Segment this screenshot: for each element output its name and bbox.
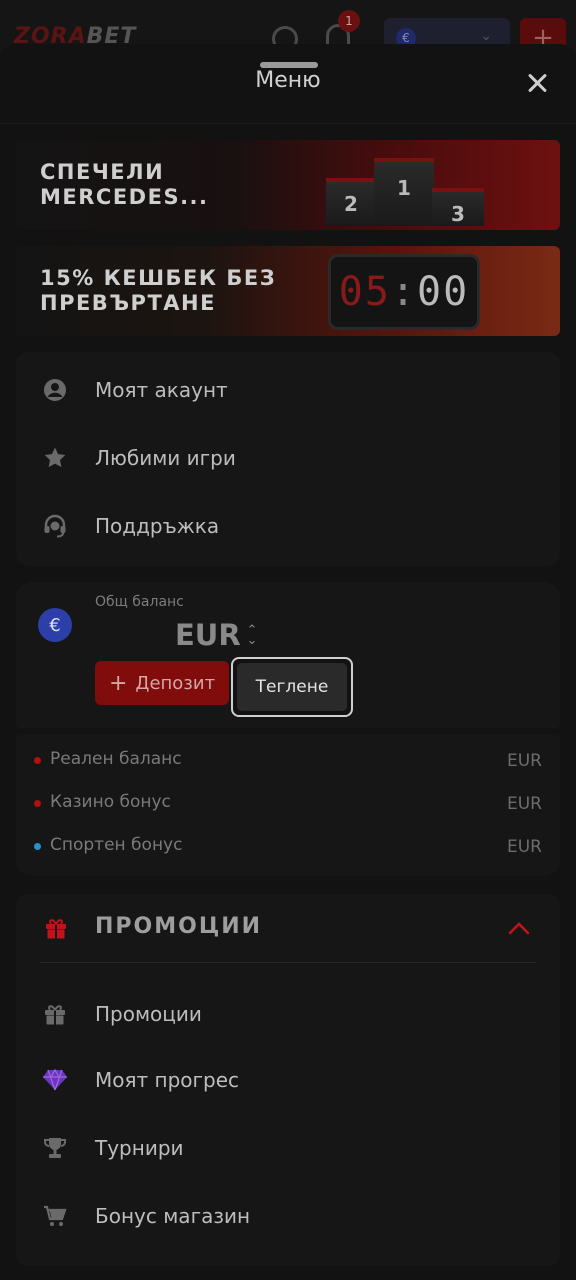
chevron-up-icon[interactable] <box>508 920 530 940</box>
balance-row-casino-bonus: Казино бонус EUR <box>16 789 560 819</box>
balance-row-real: Реален баланс EUR <box>16 746 560 776</box>
status-dot <box>34 843 41 850</box>
divider <box>40 962 536 963</box>
podium-step-3: 3 <box>432 188 484 226</box>
banner-text: 15% КЕШБЕК БЕЗ ПРЕВЪРТАНЕ <box>40 266 277 315</box>
balance-card: € Общ баланс EUR ⌃ ⌄ + Депозит Теглене <box>16 582 560 728</box>
promo-banner-cashback[interactable]: 15% КЕШБЕК БЕЗ ПРЕВЪРТАНЕ 05:00 <box>16 246 560 336</box>
balance-breakdown: Реален баланс EUR Казино бонус EUR Спорт… <box>16 734 560 876</box>
menu-item-promotions[interactable]: Промоции <box>16 980 560 1048</box>
notification-badge: 1 <box>338 10 360 32</box>
deposit-button[interactable]: + Депозит <box>95 661 229 705</box>
plus-icon: + <box>108 670 128 696</box>
sheet-title: Меню <box>255 68 321 93</box>
promo-banner-mercedes[interactable]: СПЕЧЕЛИ MERCEDES... 2 1 3 <box>16 140 560 230</box>
menu-sheet: Меню СПЕЧЕЛИ MERCEDES... 2 1 3 15% КЕШБЕ… <box>0 44 576 1280</box>
menu-item-tournaments[interactable]: Турнири <box>16 1114 560 1182</box>
withdraw-button[interactable]: Теглене <box>231 657 353 717</box>
menu-item-bonus-shop[interactable]: Бонус магазин <box>16 1182 560 1250</box>
menu-item-my-progress[interactable]: Моят прогрес <box>16 1046 560 1114</box>
status-dot <box>34 800 41 807</box>
balance-currency: EUR <box>175 618 241 652</box>
diamond-icon <box>42 1067 68 1093</box>
gift-icon <box>42 1001 68 1027</box>
menu-item-support[interactable]: Поддръжка <box>16 492 560 560</box>
trophy-icon <box>42 1135 68 1161</box>
chevron-down-icon: ⌄ <box>480 28 492 44</box>
star-icon <box>42 445 68 471</box>
user-circle-icon <box>42 377 68 403</box>
gift-icon <box>44 916 68 944</box>
menu-item-my-account[interactable]: Моят акаунт <box>16 356 560 424</box>
balance-label: Общ баланс <box>95 594 184 610</box>
euro-icon: € <box>38 608 72 642</box>
balance-row-sport-bonus: Спортен бонус EUR <box>16 832 560 862</box>
cart-icon <box>42 1203 68 1229</box>
close-icon[interactable] <box>520 66 554 100</box>
podium-step-2: 2 <box>326 178 376 226</box>
sheet-header: Меню <box>0 44 576 124</box>
expand-toggle-icon[interactable]: ⌃ ⌄ <box>244 624 260 648</box>
banner-text: СПЕЧЕЛИ MERCEDES... <box>40 160 209 209</box>
headset-icon <box>42 513 68 539</box>
promotions-title: ПРОМОЦИИ <box>95 914 263 939</box>
promotions-section: ПРОМОЦИИ Промоции Моят прогрес Турнири Б… <box>16 894 560 1266</box>
timer-graphic: 05:00 <box>328 254 480 330</box>
promotions-header[interactable]: ПРОМОЦИИ <box>16 894 560 962</box>
account-menu: Моят акаунт Любими игри Поддръжка <box>16 352 560 566</box>
status-dot <box>34 757 41 764</box>
podium-graphic: 2 1 3 <box>322 150 492 226</box>
menu-item-favorite-games[interactable]: Любими игри <box>16 424 560 492</box>
podium-step-1: 1 <box>374 158 434 226</box>
